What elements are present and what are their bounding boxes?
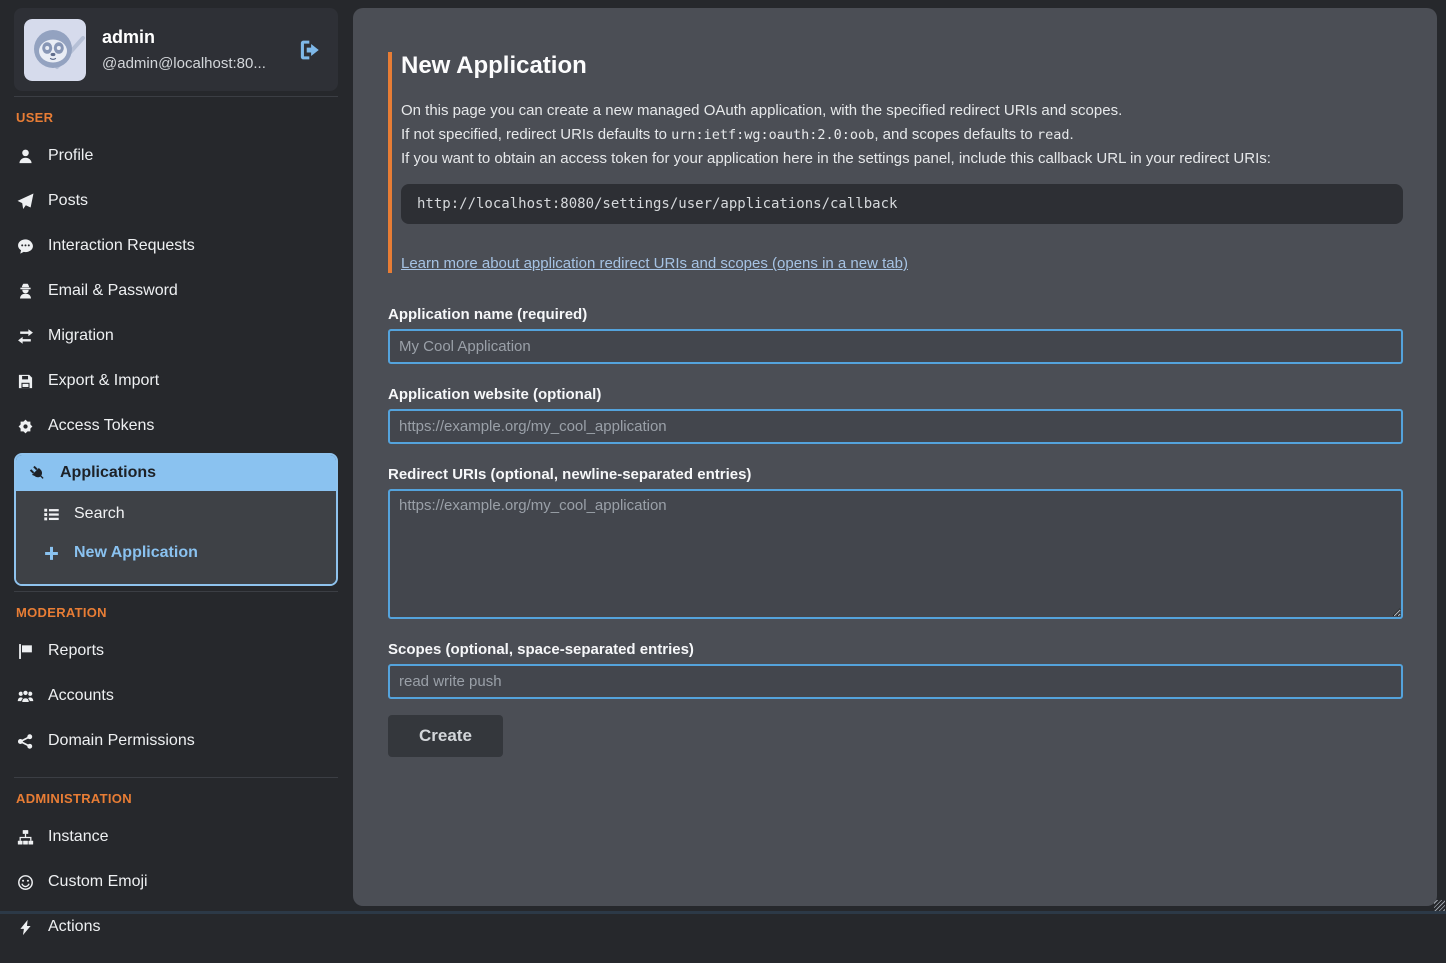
intro-line-2: If not specified, redirect URIs defaults… [401, 123, 1403, 147]
sidebar-item-label: Custom Emoji [48, 873, 148, 891]
callback-url-code-block: http://localhost:8080/settings/user/appl… [401, 184, 1403, 224]
sidebar-item-label: Accounts [48, 687, 114, 705]
user-meta: admin @admin@localhost:80... [102, 27, 280, 72]
sidebar-item-label: Export & Import [48, 372, 159, 390]
user-icon [16, 148, 35, 165]
sidebar-item-label: Migration [48, 327, 114, 345]
sidebar-item-label: Instance [48, 828, 108, 846]
sidebar-item-label: Email & Password [48, 282, 178, 300]
certificate-icon [16, 418, 35, 435]
sidebar-item-label: Profile [48, 147, 93, 165]
scopes-label: Scopes (optional, space-separated entrie… [388, 641, 1403, 658]
logout-button[interactable] [296, 37, 324, 63]
sidebar-item-label: Interaction Requests [48, 237, 195, 255]
arrows-left-right-icon [16, 328, 35, 345]
plus-icon [42, 545, 61, 562]
sidebar-item-label: Applications [60, 464, 156, 482]
user-secret-icon [16, 283, 35, 300]
redirect-uris-label: Redirect URIs (optional, newline-separat… [388, 466, 1403, 483]
scopes-input[interactable] [388, 664, 1403, 699]
settings-sidebar: admin @admin@localhost:80... USER Profil… [14, 8, 338, 963]
application-name-label: Application name (required) [388, 306, 1403, 323]
section-header-moderation: MODERATION [16, 605, 336, 620]
redirect-uris-textarea[interactable] [388, 489, 1403, 619]
floppy-disk-icon [16, 373, 35, 390]
sidebar-item-export-import[interactable]: Export & Import [16, 372, 336, 390]
sidebar-item-interaction-requests[interactable]: Interaction Requests [16, 237, 336, 255]
sidebar-item-label: Actions [48, 918, 100, 936]
application-website-input[interactable] [388, 409, 1403, 444]
user-card: admin @admin@localhost:80... [14, 8, 338, 91]
sidebar-item-applications[interactable]: Applications [16, 455, 336, 491]
sidebar-item-label: Access Tokens [48, 417, 154, 435]
user-handle: @admin@localhost:80... [102, 55, 280, 72]
applications-group: Applications Search New Application [14, 453, 338, 586]
sidebar-item-posts[interactable]: Posts [16, 192, 336, 210]
sidebar-item-reports[interactable]: Reports [16, 642, 336, 660]
intro-section: New Application On this page you can cre… [388, 52, 1403, 273]
field-redirect-uris: Redirect URIs (optional, newline-separat… [388, 466, 1403, 619]
applications-submenu: Search New Application [16, 491, 336, 584]
sidebar-item-actions[interactable]: Actions [16, 918, 336, 936]
field-application-website: Application website (optional) [388, 386, 1403, 444]
smile-icon [16, 874, 35, 891]
sidebar-divider [14, 96, 338, 97]
application-name-input[interactable] [388, 329, 1403, 364]
learn-more-link[interactable]: Learn more about application redirect UR… [401, 255, 908, 272]
share-nodes-icon [16, 733, 35, 750]
intro-line-1: On this page you can create a new manage… [401, 99, 1403, 123]
new-application-form: Application name (required) Application … [388, 306, 1403, 757]
inline-code-oob: urn:ietf:wg:oauth:2.0:oob [671, 127, 874, 143]
page-title: New Application [401, 52, 1403, 80]
field-scopes: Scopes (optional, space-separated entrie… [388, 641, 1403, 699]
sidebar-item-email-password[interactable]: Email & Password [16, 282, 336, 300]
section-header-administration: ADMINISTRATION [16, 791, 336, 806]
avatar [24, 19, 86, 81]
sidebar-item-applications-search[interactable]: Search [42, 505, 324, 523]
intro-line-3: If you want to obtain an access token fo… [401, 147, 1403, 171]
sidebar-item-migration[interactable]: Migration [16, 327, 336, 345]
sidebar-item-label: Domain Permissions [48, 732, 195, 750]
section-header-user: USER [16, 110, 336, 125]
list-icon [42, 506, 61, 523]
sign-out-icon [296, 37, 324, 63]
bolt-icon [16, 919, 35, 936]
plug-icon [28, 465, 47, 482]
user-name: admin [102, 27, 280, 48]
sidebar-item-domain-permissions[interactable]: Domain Permissions [16, 732, 336, 750]
sidebar-item-label: Posts [48, 192, 88, 210]
users-icon [16, 688, 35, 705]
application-website-label: Application website (optional) [388, 386, 1403, 403]
create-button[interactable]: Create [388, 715, 503, 757]
main-panel: New Application On this page you can cre… [353, 8, 1437, 906]
sidebar-item-new-application[interactable]: New Application [42, 544, 324, 562]
sidebar-item-profile[interactable]: Profile [16, 147, 336, 165]
sidebar-item-accounts[interactable]: Accounts [16, 687, 336, 705]
sidebar-item-label: Reports [48, 642, 104, 660]
paper-plane-icon [16, 193, 35, 210]
sitemap-icon [16, 829, 35, 846]
sidebar-divider [14, 591, 338, 592]
flag-icon [16, 643, 35, 660]
resize-grip-icon[interactable] [1434, 900, 1445, 911]
sidebar-item-label: Search [74, 505, 125, 523]
sidebar-item-label: New Application [74, 544, 198, 562]
comment-dots-icon [16, 238, 35, 255]
sidebar-item-custom-emoji[interactable]: Custom Emoji [16, 873, 336, 891]
field-application-name: Application name (required) [388, 306, 1403, 364]
inline-code-read: read [1037, 127, 1070, 143]
sidebar-divider [14, 777, 338, 778]
sidebar-item-instance[interactable]: Instance [16, 828, 336, 846]
sidebar-item-access-tokens[interactable]: Access Tokens [16, 417, 336, 435]
